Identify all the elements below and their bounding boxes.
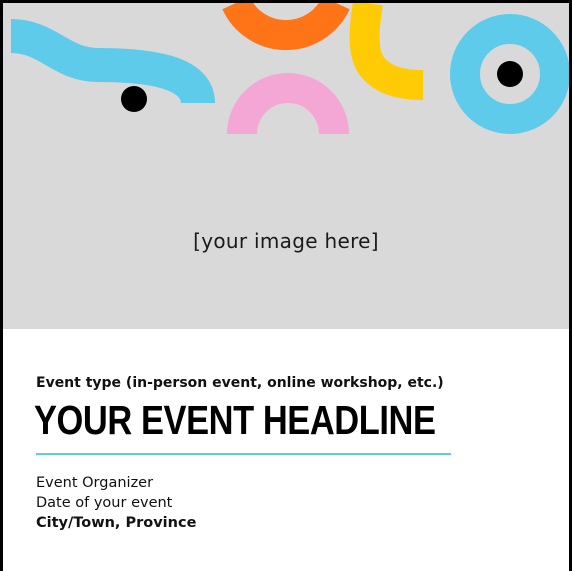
blue-s-curve-shape <box>9 19 215 106</box>
orange-arc-shape <box>222 3 350 51</box>
yellow-c-shape <box>349 3 424 100</box>
pink-arch-shape <box>227 73 349 135</box>
event-headline: YOUR EVENT HEADLINE <box>34 397 436 443</box>
black-dot-right <box>497 61 523 87</box>
event-details: Event Organizer Date of your event City/… <box>36 473 196 533</box>
black-dot-left <box>121 86 147 112</box>
decorative-shapes <box>9 3 569 135</box>
event-type-label: Event type (in-person event, online work… <box>36 375 444 391</box>
event-card: [your image here] Event type (in-person … <box>0 0 572 571</box>
event-organizer: Event Organizer <box>36 475 154 491</box>
headline-divider <box>36 453 451 455</box>
event-location: City/Town, Province <box>36 515 197 531</box>
image-placeholder-area: [your image here] <box>3 3 569 329</box>
image-placeholder-text: [your image here] <box>193 229 379 253</box>
event-date: Date of your event <box>36 495 173 511</box>
